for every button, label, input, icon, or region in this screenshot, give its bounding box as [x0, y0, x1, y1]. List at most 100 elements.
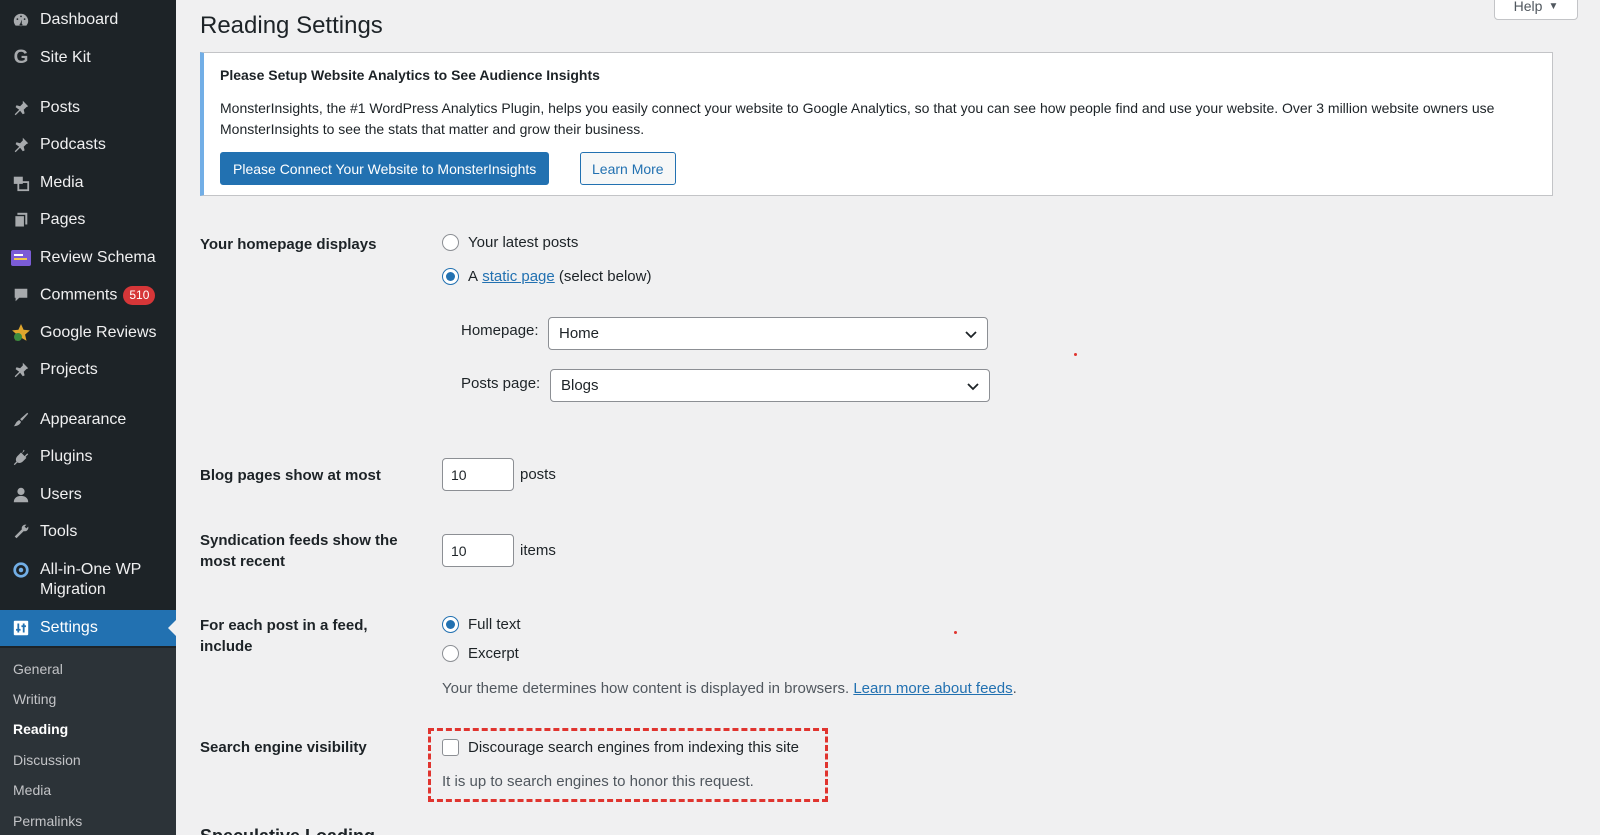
menu-item-podcasts[interactable]: Podcasts — [0, 127, 176, 163]
latest-posts-radio[interactable] — [442, 234, 459, 251]
review-schema-icon — [11, 248, 31, 268]
full-text-radio[interactable] — [442, 616, 459, 633]
excerpt-label: Excerpt — [468, 645, 519, 662]
static-prefix: A — [468, 268, 479, 285]
menu-item-site-kit[interactable]: G Site Kit — [0, 40, 176, 76]
menu-item-google-reviews[interactable]: Google Reviews — [0, 315, 176, 351]
static-page-link[interactable]: static page — [482, 268, 555, 285]
menu-item-plugins[interactable]: Plugins — [0, 439, 176, 475]
menu-label: Comments 510 — [40, 285, 156, 305]
speculative-loading-heading: Speculative Loading — [200, 826, 375, 835]
google-g-icon: G — [13, 47, 29, 68]
posts-page-select[interactable]: Blogs — [550, 369, 990, 402]
submenu-item-discussion[interactable]: Discussion — [13, 752, 81, 768]
menu-label: Projects — [40, 361, 98, 378]
menu-item-comments[interactable]: Comments 510 — [0, 277, 176, 313]
menu-label: Google Reviews — [40, 324, 157, 341]
dashboard-icon — [11, 10, 31, 30]
wrench-icon — [11, 522, 31, 542]
help-label: Help — [1513, 0, 1543, 14]
option-excerpt[interactable]: Excerpt — [442, 645, 519, 662]
static-suffix: (select below) — [558, 268, 652, 285]
syndication-input[interactable]: 10 — [442, 534, 514, 567]
search-visibility-label: Search engine visibility — [200, 739, 367, 756]
menu-item-tools[interactable]: Tools — [0, 514, 176, 550]
menu-item-projects[interactable]: Projects — [0, 352, 176, 388]
menu-item-users[interactable]: Users — [0, 477, 176, 513]
full-text-label: Full text — [468, 616, 521, 633]
settings-submenu: General Writing Reading Discussion Media… — [0, 648, 176, 835]
submenu-item-reading[interactable]: Reading — [13, 721, 68, 737]
page-title: Reading Settings — [200, 12, 383, 39]
option-static-page[interactable]: A static page (select below) — [442, 268, 651, 285]
chevron-down-icon — [965, 331, 977, 339]
menu-label: Site Kit — [40, 49, 91, 66]
syndication-label: Syndication feeds show the most recent — [200, 530, 420, 572]
annotation-dot — [954, 631, 957, 634]
blog-pages-input[interactable]: 10 — [442, 458, 514, 491]
help-tab-button[interactable]: Help ▼ — [1494, 0, 1578, 20]
menu-label: Settings — [40, 619, 98, 636]
media-icon — [11, 173, 31, 193]
menu-item-appearance[interactable]: Appearance — [0, 402, 176, 438]
homepage-displays-label: Your homepage displays — [200, 236, 377, 253]
menu-label: Posts — [40, 99, 81, 116]
brush-icon — [11, 410, 31, 430]
settings-icon — [11, 618, 31, 638]
submenu-item-general[interactable]: General — [13, 661, 63, 677]
excerpt-radio[interactable] — [442, 645, 459, 662]
highlight-annotation-box — [428, 728, 828, 802]
menu-item-settings[interactable]: Settings — [0, 610, 176, 646]
option-latest-posts[interactable]: Your latest posts — [442, 234, 578, 251]
menu-label: Podcasts — [40, 136, 106, 153]
homepage-select[interactable]: Home — [548, 317, 988, 350]
syndication-unit: items — [520, 542, 556, 559]
menu-item-all-in-one-wp-migration[interactable]: All-in-One WP Migration — [0, 558, 176, 602]
static-page-radio[interactable] — [442, 268, 459, 285]
blog-pages-label: Blog pages show at most — [200, 467, 381, 484]
feed-desc-end: . — [1012, 680, 1017, 697]
feed-desc-text: Your theme determines how content is dis… — [442, 680, 850, 697]
annotation-dot — [1074, 353, 1077, 356]
plugin-icon — [11, 447, 31, 467]
migration-icon — [11, 560, 31, 580]
analytics-notice: Please Setup Website Analytics to See Au… — [200, 52, 1553, 196]
pin-icon — [11, 360, 31, 380]
chevron-down-icon — [967, 383, 979, 391]
submenu-item-writing[interactable]: Writing — [13, 691, 56, 707]
menu-label: Appearance — [40, 411, 127, 428]
menu-label: Review Schema — [40, 249, 156, 266]
posts-page-select-label: Posts page: — [461, 375, 541, 392]
learn-more-button[interactable]: Learn More — [580, 152, 676, 185]
homepage-select-value: Home — [559, 325, 600, 342]
menu-label: Tools — [40, 523, 78, 540]
latest-posts-label: Your latest posts — [468, 234, 579, 251]
menu-label: Media — [40, 174, 84, 191]
notice-body: MonsterInsights, the #1 WordPress Analyt… — [220, 100, 1495, 137]
menu-item-pages[interactable]: Pages — [0, 202, 176, 238]
blog-pages-unit: posts — [520, 466, 556, 483]
submenu-item-media[interactable]: Media — [13, 782, 51, 798]
connect-monsterinsights-button[interactable]: Please Connect Your Website to MonsterIn… — [220, 152, 550, 185]
caret-down-icon: ▼ — [1548, 0, 1559, 12]
syndication-label-line1: Syndication feeds show the — [200, 532, 398, 549]
comment-icon — [11, 285, 31, 305]
option-full-text[interactable]: Full text — [442, 616, 521, 633]
homepage-select-label: Homepage: — [461, 322, 539, 339]
menu-label: Pages — [40, 211, 86, 228]
pages-icon — [11, 210, 31, 230]
menu-item-dashboard[interactable]: Dashboard — [0, 2, 176, 38]
menu-item-review-schema[interactable]: Review Schema — [0, 240, 176, 276]
menu-item-media[interactable]: Media — [0, 165, 176, 201]
submenu-item-permalinks[interactable]: Permalinks — [13, 813, 82, 829]
pin-icon — [11, 98, 31, 118]
pin-icon — [11, 135, 31, 155]
menu-label: Users — [40, 486, 82, 503]
learn-more-about-feeds-link[interactable]: Learn more about feeds — [853, 680, 1012, 697]
feed-description: Your theme determines how content is dis… — [442, 680, 1017, 697]
admin-sidebar: Dashboard G Site Kit Posts Podcasts Medi… — [0, 0, 176, 835]
user-icon — [11, 485, 31, 505]
menu-label: Plugins — [40, 448, 93, 465]
comments-count-badge: 510 — [123, 285, 156, 305]
menu-item-posts[interactable]: Posts — [0, 90, 176, 126]
